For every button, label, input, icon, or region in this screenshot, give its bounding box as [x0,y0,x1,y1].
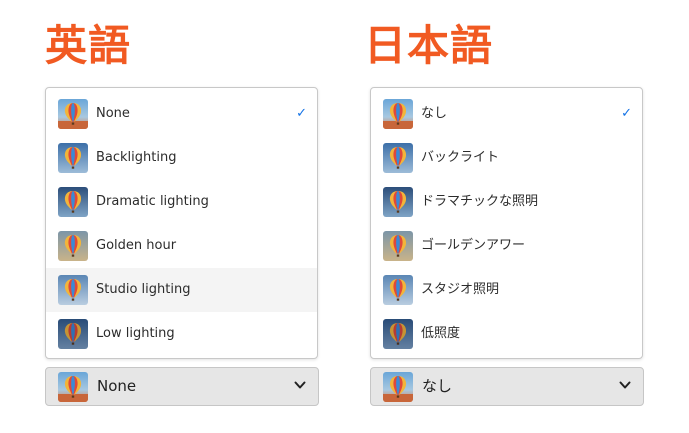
menu-item-label: バックライト [421,150,500,165]
japanese-lighting-menu: なし ✓ バックライト ドラマチックな照明 ゴールデンアワー スタジオ照明 低照… [370,87,643,359]
english-heading: 英語 [45,21,132,70]
menu-item-low-lighting[interactable]: 低照度 [371,312,642,356]
checkmark-icon: ✓ [621,106,632,121]
checkmark-icon: ✓ [296,106,307,121]
picker-value: なし [422,377,453,395]
menu-item-golden-hour[interactable]: ゴールデンアワー [371,224,642,268]
menu-item-dramatic-lighting[interactable]: ドラマチックな照明 [371,180,642,224]
menu-item-label: None [96,106,130,121]
menu-item-none[interactable]: None ✓ [46,92,317,136]
balloon-thumbnail-icon [58,143,88,173]
english-lighting-picker[interactable]: None [45,367,319,406]
japanese-lighting-picker[interactable]: なし [370,367,644,406]
menu-item-backlighting[interactable]: バックライト [371,136,642,180]
menu-item-label: 低照度 [421,326,461,341]
menu-item-label: ドラマチックな照明 [421,194,539,209]
japanese-heading: 日本語 [364,21,494,70]
menu-item-label: Backlighting [96,150,177,165]
balloon-thumbnail-icon [383,187,413,217]
balloon-thumbnail-icon [58,275,88,305]
menu-item-label: Low lighting [96,326,175,341]
balloon-thumbnail-icon [383,99,413,129]
menu-item-none[interactable]: なし ✓ [371,92,642,136]
balloon-thumbnail-icon [58,187,88,217]
balloon-thumbnail-icon [58,231,88,261]
picker-value: None [97,377,137,395]
menu-item-studio-lighting[interactable]: スタジオ照明 [371,268,642,312]
menu-item-label: スタジオ照明 [421,282,500,297]
menu-item-golden-hour[interactable]: Golden hour [46,224,317,268]
balloon-thumbnail-icon [58,99,88,129]
menu-item-label: Golden hour [96,238,177,253]
menu-item-low-lighting[interactable]: Low lighting [46,312,317,356]
balloon-thumbnail-icon [383,319,413,349]
chevron-down-icon [294,381,306,389]
menu-item-dramatic-lighting[interactable]: Dramatic lighting [46,180,317,224]
menu-item-studio-lighting[interactable]: Studio lighting [46,268,317,312]
balloon-thumbnail-icon [383,372,413,402]
menu-item-label: ゴールデンアワー [421,238,526,253]
menu-item-label: なし [421,106,448,121]
balloon-thumbnail-icon [383,143,413,173]
menu-item-label: Studio lighting [96,282,191,297]
balloon-thumbnail-icon [58,319,88,349]
balloon-thumbnail-icon [383,231,413,261]
balloon-thumbnail-icon [383,275,413,305]
menu-item-label: Dramatic lighting [96,194,209,209]
menu-item-backlighting[interactable]: Backlighting [46,136,317,180]
english-lighting-menu: None ✓ Backlighting Dramatic lighting Go… [45,87,318,359]
balloon-thumbnail-icon [58,372,88,402]
chevron-down-icon [619,381,631,389]
